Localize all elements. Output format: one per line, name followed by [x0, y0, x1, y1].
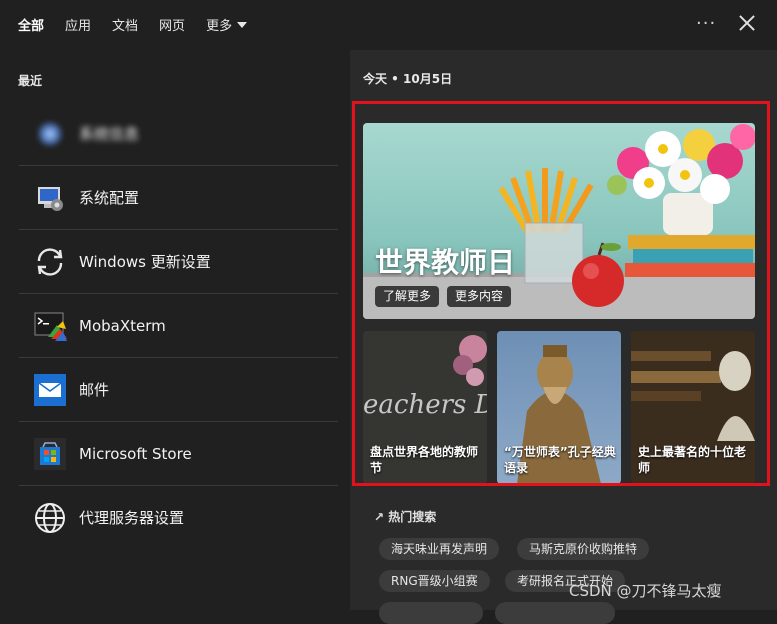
tab-web[interactable]: 网页: [159, 15, 185, 34]
recent-item-label: 代理服务器设置: [79, 509, 185, 527]
hot-search-chip[interactable]: 马斯克原价收购推特: [517, 538, 650, 560]
hot-search-chip-partial[interactable]: [495, 602, 615, 624]
windows-update-icon: [33, 245, 67, 279]
hot-search-chip-partial[interactable]: [379, 602, 483, 624]
chevron-down-icon: [237, 22, 248, 28]
store-icon: [33, 437, 67, 471]
recent-item-label: 系统配置: [79, 189, 140, 207]
recent-title: 最近: [18, 74, 43, 88]
highlight-selection-box: [352, 101, 770, 486]
recent-item-label: Microsoft Store: [79, 444, 192, 463]
tab-all[interactable]: 全部: [18, 15, 44, 34]
recent-item-windows-update[interactable]: Windows 更新设置: [19, 230, 338, 294]
system-config-icon: [33, 181, 67, 215]
tab-all-label: 全部: [18, 18, 45, 34]
tab-more[interactable]: 更多: [206, 15, 248, 34]
highlights-panel: 今天 • 10月5日 世界教师日 了解更多 更多内容 eachers 盘点世界各…: [350, 50, 777, 624]
recent-item-label: Windows 更新设置: [79, 253, 211, 271]
recent-item-label: MobaXterm: [79, 316, 166, 335]
tab-more-label: 更多: [206, 18, 233, 34]
recent-panel: 最近 系统信息 系统配置 Windows 更新设置 MobaXterm 邮件 M…: [0, 50, 350, 610]
recent-item-proxy-settings[interactable]: 代理服务器设置: [19, 486, 338, 549]
system-info-icon: [33, 117, 67, 151]
tab-documents-label: 文档: [112, 18, 139, 34]
date-heading: 今天 • 10月5日: [363, 72, 453, 86]
tab-web-label: 网页: [159, 18, 186, 34]
trending-icon: ↗: [374, 510, 385, 524]
hot-searches-label: 热门搜索: [388, 510, 437, 524]
recent-item-system-info[interactable]: 系统信息: [19, 102, 338, 166]
top-bar: 全部 应用 文档 网页 更多: [0, 0, 777, 48]
hot-search-chip[interactable]: RNG晋级小组赛: [379, 570, 490, 592]
close-icon[interactable]: [737, 13, 757, 33]
recent-item-microsoft-store[interactable]: Microsoft Store: [19, 422, 338, 486]
mail-icon: [33, 373, 67, 407]
recent-item-mail[interactable]: 邮件: [19, 358, 338, 422]
tab-apps[interactable]: 应用: [65, 15, 91, 34]
hot-search-chip[interactable]: 海天味业再发声明: [379, 538, 500, 560]
recent-item-mobaxterm[interactable]: MobaXterm: [19, 294, 338, 358]
recent-item-system-config[interactable]: 系统配置: [19, 166, 338, 230]
tab-documents[interactable]: 文档: [112, 15, 138, 34]
globe-icon: [33, 501, 67, 535]
recent-item-label: 邮件: [79, 381, 110, 399]
recent-item-label: 系统信息: [79, 125, 140, 143]
tab-apps-label: 应用: [65, 18, 92, 34]
watermark: CSDN @刀不锋马太瘦: [569, 582, 722, 600]
more-options-icon[interactable]: ···: [696, 13, 716, 34]
hot-searches-title: ↗ 热门搜索: [374, 508, 436, 525]
mobaxterm-icon: [33, 309, 67, 343]
recent-list: 系统信息 系统配置 Windows 更新设置 MobaXterm 邮件 Micr…: [19, 102, 338, 549]
